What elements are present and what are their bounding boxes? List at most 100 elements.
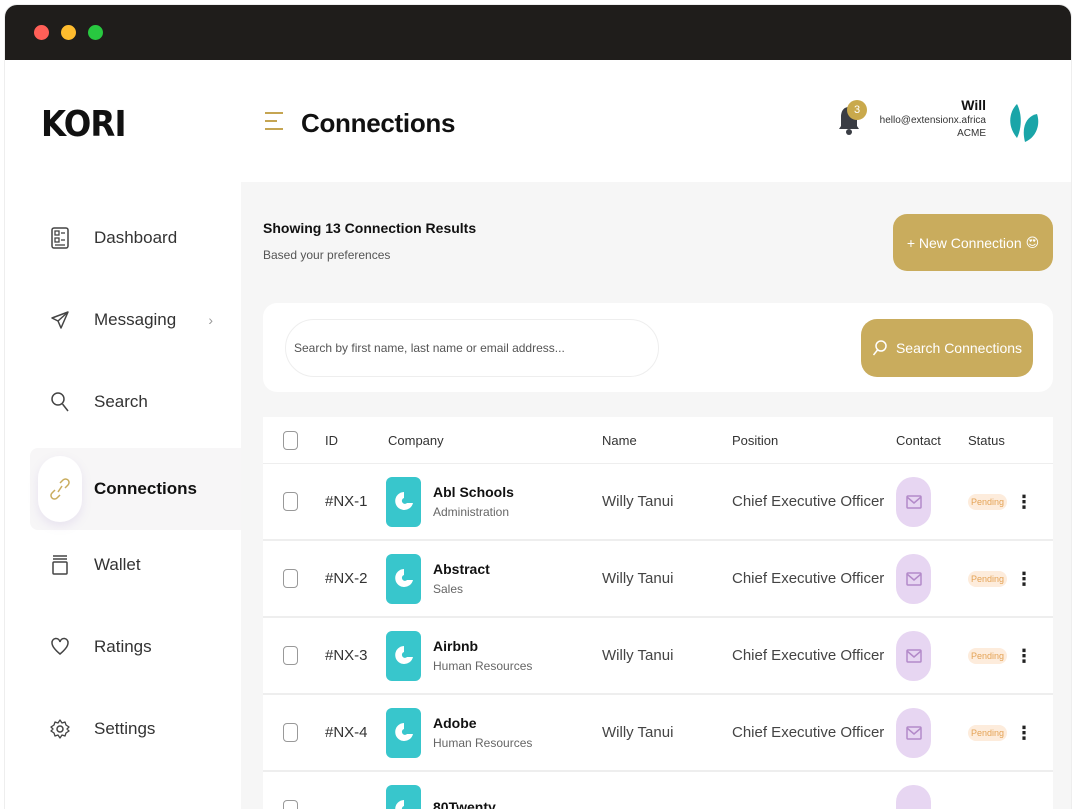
- table-row[interactable]: #NX-3 Airbnb Human Resources Willy Tanui…: [263, 618, 1053, 695]
- company-name: Airbnb: [433, 638, 479, 654]
- user-name: Will: [961, 97, 986, 113]
- sidebar-item-label: Search: [94, 392, 148, 411]
- company-name: 80Twenty: [433, 799, 496, 809]
- chevron-right-icon: ›: [208, 312, 213, 328]
- mail-icon[interactable]: [896, 630, 931, 681]
- search-icon: [872, 340, 887, 356]
- app-content: KORI Connections 3 Will hello@extensionx…: [5, 60, 1071, 809]
- company-department: Human Resources: [433, 659, 533, 673]
- sidebar-item-label: Dashboard: [94, 228, 178, 247]
- more-options-icon[interactable]: ⋮: [1015, 493, 1033, 511]
- row-id: #NX-1: [325, 493, 368, 510]
- mail-icon[interactable]: [896, 784, 931, 809]
- contact-position: Chief Executive Officer: [732, 570, 885, 587]
- sidebar-item-search[interactable]: Search: [30, 361, 241, 443]
- more-options-icon[interactable]: ⋮: [1015, 647, 1033, 665]
- contact-position: Chief Executive Officer: [732, 724, 885, 741]
- close-window-button[interactable]: [34, 25, 49, 40]
- company-name: Adobe: [433, 715, 477, 731]
- sidebar-item-messaging[interactable]: Messaging ›: [30, 279, 241, 361]
- paper-plane-icon: [38, 287, 82, 353]
- minimize-window-button[interactable]: [61, 25, 76, 40]
- row-checkbox[interactable]: [283, 646, 298, 665]
- sidebar-item-label: Messaging: [94, 310, 177, 329]
- header-company: Company: [388, 432, 444, 448]
- company-logo-icon: [386, 784, 421, 809]
- status-badge: Pending: [968, 570, 1008, 587]
- contact-name: Willy Tanui: [602, 493, 674, 510]
- contact-name: Willy Tanui: [602, 570, 674, 587]
- new-connection-label: + New Connection: [906, 234, 1022, 251]
- results-title: Showing 13 Connection Results: [263, 220, 477, 236]
- dashboard-icon: [38, 205, 82, 271]
- company-name: Abstract: [433, 561, 490, 577]
- main-content: Showing 13 Connection Results Based your…: [241, 182, 1071, 809]
- header-name: Name: [602, 432, 637, 448]
- header-contact: Contact: [896, 432, 941, 448]
- company-department: Sales: [433, 582, 464, 596]
- link-icon: [38, 456, 82, 522]
- header-id: ID: [325, 432, 338, 448]
- company-logo-icon: [386, 630, 421, 681]
- user-email: hello@extensionx.africa: [879, 115, 986, 126]
- row-id: #NX-3: [325, 647, 368, 664]
- table-header: ID Company Name Position Contact Status: [263, 417, 1053, 464]
- mail-icon[interactable]: [896, 476, 931, 527]
- maximize-window-button[interactable]: [88, 25, 103, 40]
- more-options-icon[interactable]: ⋮: [1015, 724, 1033, 742]
- row-checkbox[interactable]: [283, 569, 298, 588]
- top-bar: Connections 3 Will hello@extensionx.afri…: [241, 60, 1071, 182]
- mail-icon[interactable]: [896, 707, 931, 758]
- sidebar-item-label: Ratings: [94, 637, 152, 656]
- sidebar-item-label: Wallet: [94, 555, 141, 574]
- page-title: Connections: [301, 108, 456, 138]
- app-window: KORI Connections 3 Will hello@extensionx…: [5, 5, 1071, 809]
- table-row[interactable]: #NX-4 Adobe Human Resources Willy Tanui …: [263, 695, 1053, 772]
- table-row[interactable]: 80Twenty: [263, 772, 1053, 809]
- row-id: #NX-2: [325, 570, 368, 587]
- search-button-label: Search Connections: [895, 340, 1023, 356]
- sidebar-item-ratings[interactable]: Ratings: [30, 606, 241, 688]
- sidebar-item-label: Connections: [94, 479, 197, 498]
- contact-name: Willy Tanui: [602, 724, 674, 741]
- header-status: Status: [968, 432, 1005, 448]
- sidebar-item-dashboard[interactable]: Dashboard: [30, 197, 241, 279]
- more-options-icon[interactable]: ⋮: [1015, 570, 1033, 588]
- status-badge: Pending: [968, 493, 1008, 510]
- app-logo[interactable]: KORI: [41, 104, 126, 145]
- table-row[interactable]: #NX-1 Abl Schools Administration Willy T…: [263, 464, 1053, 541]
- avatar-leaf-icon[interactable]: [1007, 98, 1043, 148]
- contact-position: Chief Executive Officer: [732, 493, 885, 510]
- menu-icon[interactable]: [265, 112, 283, 136]
- sidebar: Dashboard Messaging › Search Connections…: [5, 182, 241, 809]
- heart-eyes-emoji-icon: 😍: [1025, 234, 1040, 250]
- connections-table: ID Company Name Position Contact Status …: [263, 417, 1053, 809]
- company-department: Administration: [433, 505, 510, 519]
- row-checkbox[interactable]: [283, 723, 298, 742]
- row-checkbox[interactable]: [283, 800, 298, 809]
- contact-name: Willy Tanui: [602, 647, 674, 664]
- row-checkbox[interactable]: [283, 492, 298, 511]
- table-row[interactable]: #NX-2 Abstract Sales Willy Tanui Chief E…: [263, 541, 1053, 618]
- results-subtitle: Based your preferences: [263, 248, 391, 262]
- contact-position: Chief Executive Officer: [732, 647, 885, 664]
- company-name: Abl Schools: [433, 484, 514, 500]
- sidebar-item-connections[interactable]: Connections: [30, 448, 241, 530]
- sidebar-item-wallet[interactable]: Wallet: [30, 524, 241, 606]
- new-connection-button[interactable]: + New Connection 😍: [893, 214, 1053, 271]
- select-all-checkbox[interactable]: [283, 430, 298, 450]
- mail-icon[interactable]: [896, 553, 931, 604]
- search-input[interactable]: [285, 319, 659, 377]
- search-connections-button[interactable]: Search Connections: [861, 319, 1033, 377]
- status-badge: Pending: [968, 724, 1008, 741]
- gear-icon: [38, 696, 82, 762]
- search-icon: [38, 369, 82, 435]
- header-position: Position: [732, 432, 779, 448]
- sidebar-item-settings[interactable]: Settings: [30, 688, 241, 770]
- company-logo-icon: [386, 476, 421, 527]
- company-logo-icon: [386, 553, 421, 604]
- search-panel: Search Connections: [263, 303, 1053, 392]
- notification-count-badge: 3: [847, 100, 867, 120]
- user-info[interactable]: Will hello@extensionx.africa ACME: [880, 97, 986, 139]
- row-id: #NX-4: [325, 724, 368, 741]
